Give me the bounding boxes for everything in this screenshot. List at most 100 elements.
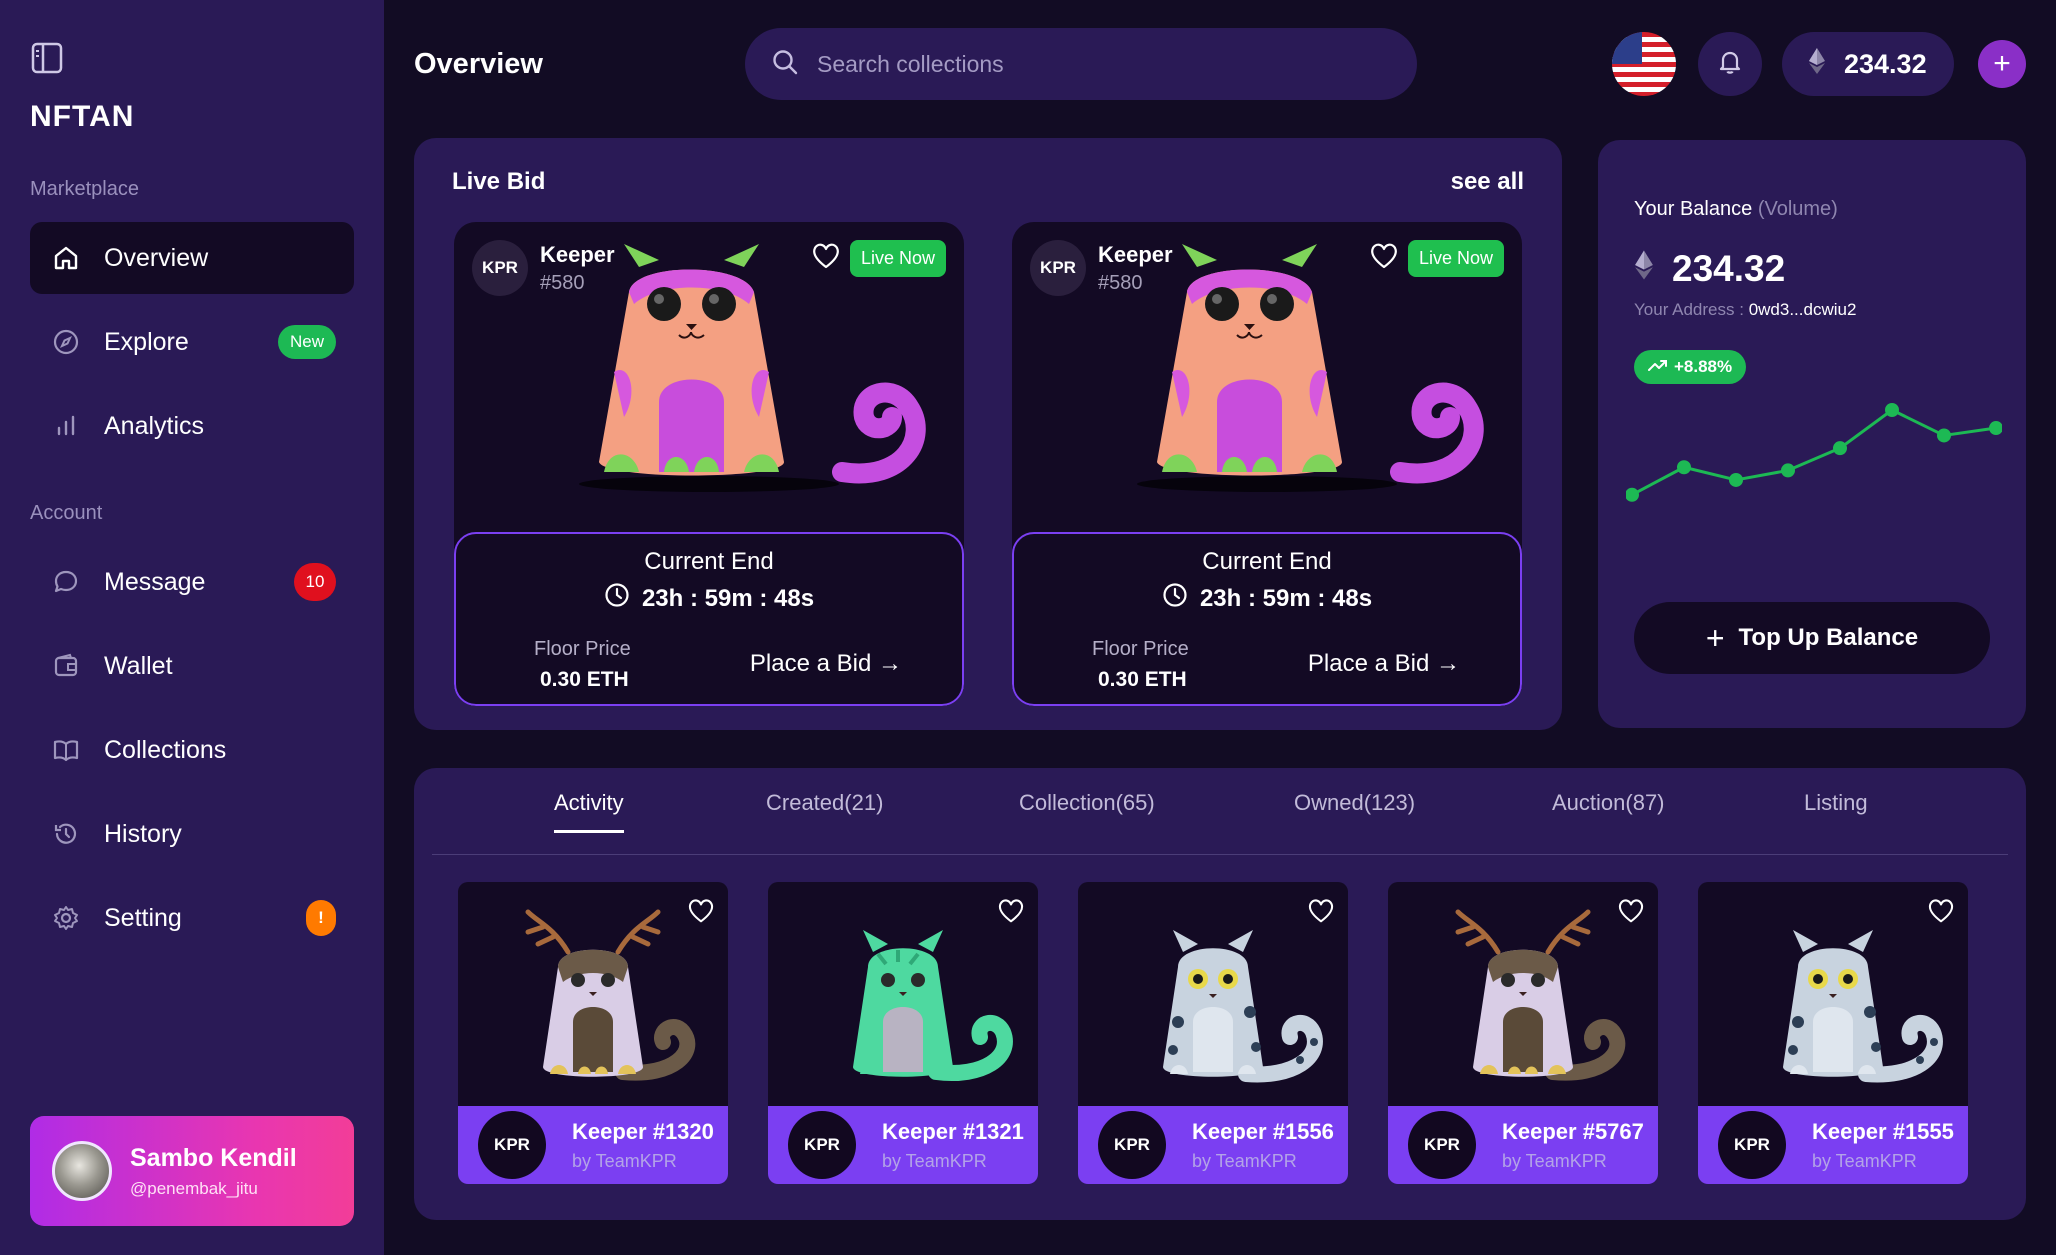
nft-title: Keeper #5767: [1502, 1118, 1644, 1144]
wallet-icon: [50, 650, 82, 682]
add-button[interactable]: +: [1978, 40, 2026, 88]
nft-card-footer: KPR Keeper #1320 by TeamKPR: [458, 1106, 728, 1184]
heart-icon[interactable]: [1926, 896, 1958, 928]
us-flag-icon[interactable]: [1612, 32, 1676, 96]
tab-collection[interactable]: Collection(65): [1019, 790, 1155, 830]
section-label-marketplace: Marketplace: [30, 178, 139, 200]
floor-price-label: Floor Price: [1092, 638, 1189, 660]
sidebar-item-history[interactable]: History: [30, 798, 354, 870]
top-up-label: Top Up Balance: [1738, 624, 1919, 651]
live-bid-card[interactable]: KPR Keeper #580 Live Now Current End 23h…: [454, 222, 964, 706]
address-value: 0wd3...dcwiu2: [1748, 300, 1857, 319]
floor-price-value: 0.30 ETH: [1098, 668, 1187, 691]
collection-chip: KPR: [478, 1111, 546, 1179]
balance-label-suffix: (Volume): [1757, 198, 1838, 220]
sparkline-line: [1631, 408, 1997, 497]
balance-amount: 234.32: [1634, 248, 1785, 290]
sparkline-point: [1989, 421, 2002, 436]
sidebar-toggle-icon[interactable]: [30, 40, 66, 76]
nft-card-footer: KPR Keeper #1555 by TeamKPR: [1698, 1106, 1968, 1184]
heart-icon[interactable]: [1616, 896, 1648, 928]
tab-divider: [432, 854, 2008, 855]
sidebar-item-label: Setting: [104, 903, 182, 932]
nft-card[interactable]: KPR Keeper #1321 by TeamKPR: [768, 882, 1038, 1184]
sidebar-item-explore[interactable]: Explore New: [30, 306, 354, 378]
tab-owned[interactable]: Owned(123): [1294, 790, 1415, 830]
section-label-account: Account: [30, 502, 103, 524]
current-end-label: Current End: [1202, 548, 1332, 575]
live-bid-card[interactable]: KPR Keeper #580 Live Now Current End 23h…: [1012, 222, 1522, 706]
search-bar[interactable]: [745, 28, 1417, 100]
nft-creator: by TeamKPR: [1192, 1150, 1297, 1171]
sidebar-item-setting[interactable]: Setting !: [30, 882, 354, 954]
ethereum-icon: [1808, 47, 1826, 82]
heart-icon[interactable]: [996, 896, 1028, 928]
nft-creator: by TeamKPR: [1502, 1150, 1607, 1171]
sparkline-point: [1626, 487, 1639, 502]
collection-chip: KPR: [1718, 1111, 1786, 1179]
sidebar-item-wallet[interactable]: Wallet: [30, 630, 354, 702]
balance-value: 234.32: [1844, 48, 1927, 79]
wallet-address: Your Address : 0wd3...dcwiu2: [1634, 300, 1856, 320]
balance-amount-value: 234.32: [1672, 248, 1786, 289]
live-bid-panel: Live Bid see all KPR Keeper #580 Live No…: [414, 138, 1562, 730]
book-icon: [50, 734, 82, 766]
top-up-balance-button[interactable]: + Top Up Balance: [1634, 602, 1990, 674]
bell-icon: [1716, 48, 1744, 81]
profile-card[interactable]: Sambo Kendil @penembak_jitu: [30, 1116, 354, 1226]
nft-card[interactable]: KPR Keeper #1555 by TeamKPR: [1698, 882, 1968, 1184]
nft-card-footer: KPR Keeper #1321 by TeamKPR: [768, 1106, 1038, 1184]
ethereum-icon: [1634, 248, 1654, 290]
heart-icon[interactable]: [686, 896, 718, 928]
sidebar-item-label: Wallet: [104, 651, 173, 680]
nft-card[interactable]: KPR Keeper #5767 by TeamKPR: [1388, 882, 1658, 1184]
collection-chip: KPR: [472, 240, 528, 296]
activity-panel: Activity Created(21) Collection(65) Owne…: [414, 768, 2026, 1220]
nft-card[interactable]: KPR Keeper #1556 by TeamKPR: [1078, 882, 1348, 1184]
nft-title: Keeper #1555: [1812, 1118, 1954, 1144]
place-bid-button[interactable]: Place a Bid →: [750, 650, 902, 678]
nft-card-footer: KPR Keeper #5767 by TeamKPR: [1388, 1106, 1658, 1184]
nft-title: Keeper #1320: [572, 1118, 714, 1144]
sparkline-point: [1729, 472, 1743, 487]
balance-pill[interactable]: 234.32: [1782, 32, 1954, 96]
avatar: [52, 1141, 112, 1201]
sidebar-item-message[interactable]: Message 10: [30, 546, 354, 618]
live-now-badge: Live Now: [1407, 240, 1504, 277]
nft-creator: by TeamKPR: [882, 1150, 987, 1171]
see-all-link[interactable]: see all: [1451, 168, 1524, 196]
collection-chip: KPR: [1030, 240, 1086, 296]
message-count-badge: 10: [294, 563, 336, 601]
countdown-timer: 23h : 59m : 48s: [1014, 582, 1520, 615]
sidebar-item-analytics[interactable]: Analytics: [30, 390, 354, 462]
nft-title: Keeper #1321: [882, 1118, 1024, 1144]
sidebar-item-label: History: [104, 819, 182, 848]
sidebar-item-label: Analytics: [104, 411, 205, 440]
place-bid-button[interactable]: Place a Bid →: [1308, 650, 1460, 678]
tab-activity[interactable]: Activity: [554, 790, 624, 833]
bid-info-box: Current End 23h : 59m : 48s Floor Price …: [454, 532, 964, 706]
plus-icon: +: [1993, 47, 2011, 80]
sidebar-item-overview[interactable]: Overview: [30, 222, 354, 294]
collection-chip: KPR: [1098, 1111, 1166, 1179]
floor-price-value: 0.30 ETH: [540, 668, 629, 691]
tab-listing[interactable]: Listing: [1804, 790, 1868, 830]
app-logo: NFTAN: [30, 100, 135, 133]
heart-icon[interactable]: [1306, 896, 1338, 928]
heart-icon[interactable]: [810, 240, 842, 272]
heart-icon[interactable]: [1368, 240, 1400, 272]
profile-name: Sambo Kendil: [130, 1143, 297, 1172]
timer-text: 23h : 59m : 48s: [641, 584, 815, 612]
nft-creator: by TeamKPR: [1812, 1150, 1917, 1171]
activity-tabs: Activity Created(21) Collection(65) Owne…: [414, 768, 2026, 854]
clock-icon: [604, 582, 642, 615]
nft-card[interactable]: KPR Keeper #1320 by TeamKPR: [458, 882, 728, 1184]
search-input[interactable]: [817, 50, 1377, 78]
balance-label-text: Your Balance: [1634, 198, 1753, 220]
sidebar-item-collections[interactable]: Collections: [30, 714, 354, 786]
plus-icon: +: [1705, 619, 1725, 656]
tab-created[interactable]: Created(21): [766, 790, 883, 830]
tab-auction[interactable]: Auction(87): [1552, 790, 1665, 830]
notification-button[interactable]: [1698, 32, 1762, 96]
bid-item-name: Keeper: [540, 242, 615, 267]
